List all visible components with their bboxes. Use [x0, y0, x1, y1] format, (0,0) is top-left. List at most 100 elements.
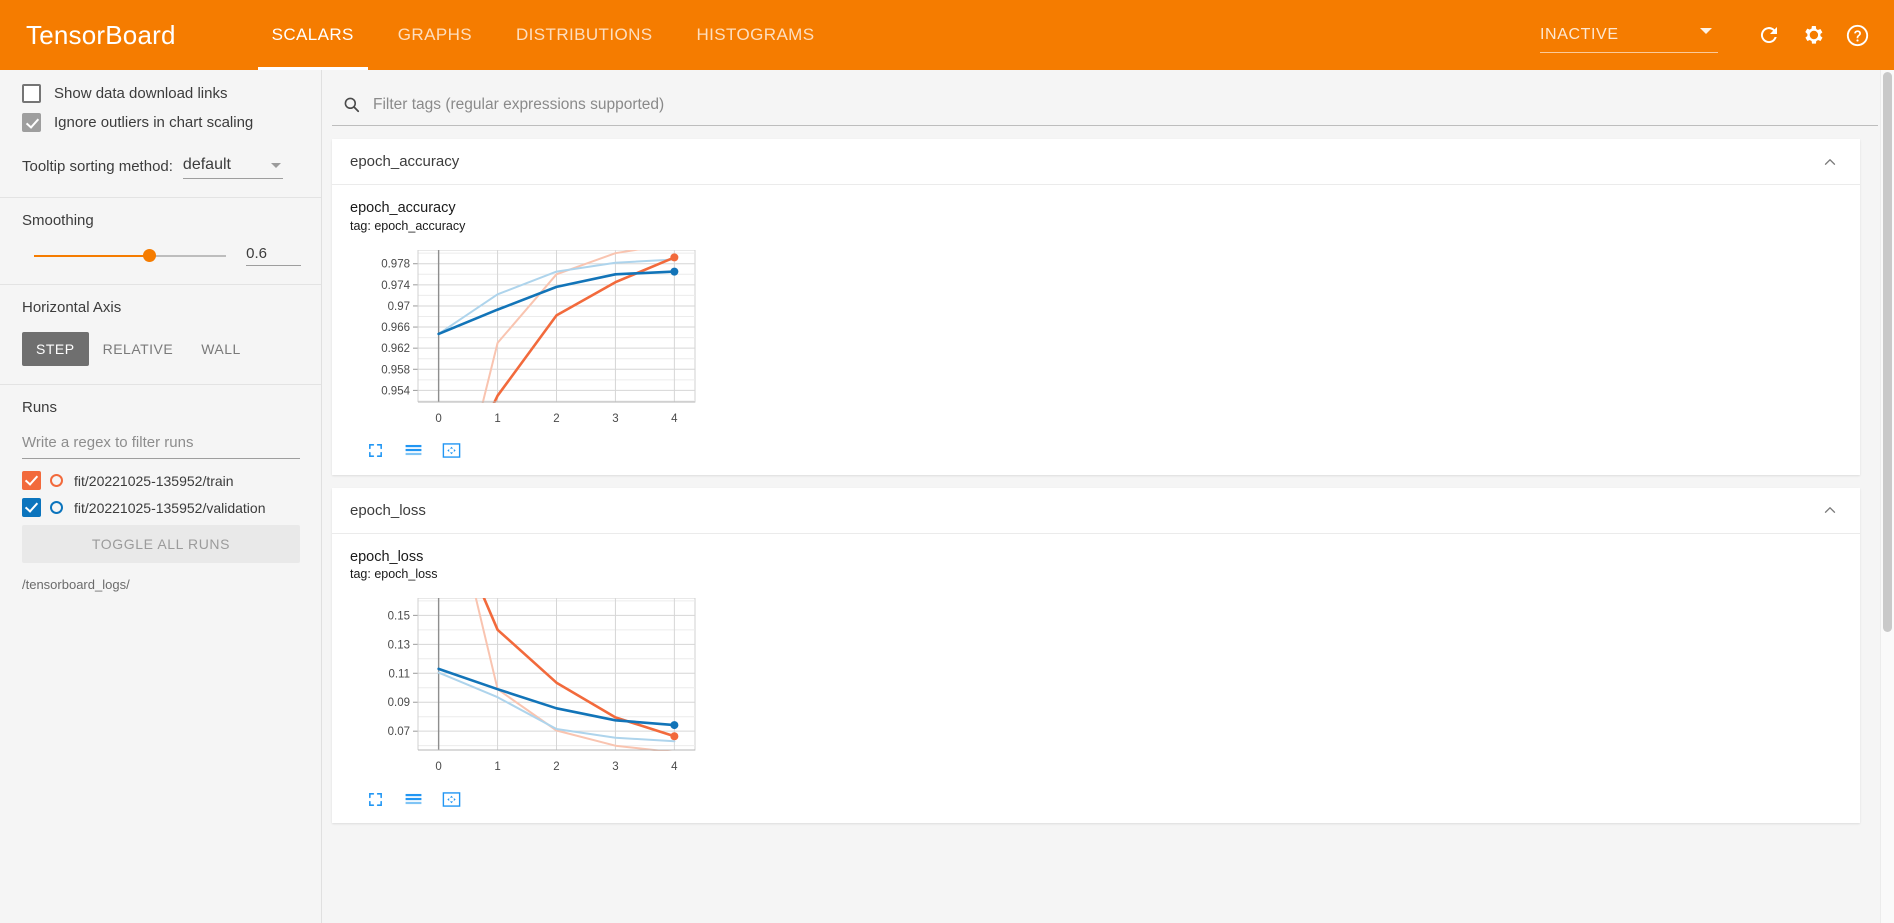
- gear-icon[interactable]: [1798, 20, 1828, 50]
- svg-text:1: 1: [494, 413, 500, 425]
- checkbox-ignore-outliers[interactable]: [22, 113, 41, 132]
- sidebar-settings-section: Show data download links Ignore outliers…: [0, 70, 321, 198]
- svg-text:0.974: 0.974: [381, 279, 410, 291]
- data-series-icon[interactable]: [400, 439, 426, 463]
- reload-state-label: INACTIVE: [1540, 26, 1619, 43]
- svg-text:0: 0: [435, 413, 441, 425]
- checkbox-run-train[interactable]: [22, 471, 41, 490]
- svg-text:0.954: 0.954: [381, 385, 410, 397]
- smoothing-value[interactable]: 0.6: [246, 245, 301, 266]
- smoothing-slider[interactable]: [34, 248, 227, 262]
- tab-distributions[interactable]: DISTRIBUTIONS: [494, 0, 675, 70]
- svg-text:3: 3: [612, 413, 618, 425]
- checkbox-show-download-links[interactable]: [22, 84, 41, 103]
- card-header-epoch-loss[interactable]: epoch_loss: [332, 488, 1860, 534]
- smoothing-section: Smoothing 0.6: [0, 198, 321, 285]
- fit-domain-icon[interactable]: [438, 787, 464, 811]
- card-epoch-loss: epoch_loss epoch_loss tag: epoch_loss 0.…: [332, 440, 1860, 824]
- svg-text:4: 4: [671, 413, 678, 425]
- search-icon: [342, 95, 361, 114]
- svg-text:0: 0: [435, 761, 441, 773]
- vertical-scrollbar[interactable]: [1880, 62, 1894, 923]
- axis-btn-wall[interactable]: WALL: [187, 332, 255, 366]
- expand-chart-icon[interactable]: [362, 787, 388, 811]
- chart-toolbar-0: [350, 439, 1860, 463]
- run-label-validation: fit/20221025-135952/validation: [74, 499, 266, 516]
- horizontal-axis-title: Horizontal Axis: [22, 299, 122, 316]
- toggle-all-runs-button[interactable]: TOGGLE ALL RUNS: [22, 525, 300, 563]
- plot-svg-0[interactable]: 0.9540.9580.9620.9660.970.9740.978012340…: [350, 241, 710, 581]
- card-header-epoch-accuracy[interactable]: epoch_accuracy: [332, 139, 1860, 185]
- svg-text:2: 2: [553, 761, 559, 773]
- tag-filter-input[interactable]: [371, 94, 1856, 115]
- reload-state-select[interactable]: INACTIVE: [1540, 15, 1718, 55]
- smoothing-slider-fill: [34, 254, 150, 257]
- show-download-links-row[interactable]: Show data download links: [22, 84, 301, 103]
- svg-text:0.978: 0.978: [381, 258, 410, 270]
- ignore-outliers-row[interactable]: Ignore outliers in chart scaling: [22, 113, 301, 132]
- plot-svg-1[interactable]: 0.070.090.110.130.15012340.070.090.110.1…: [350, 440, 710, 781]
- header-actions: INACTIVE: [1540, 15, 1894, 55]
- main-nav: SCALARS GRAPHS DISTRIBUTIONS HISTOGRAMS: [250, 0, 837, 70]
- card-epoch-accuracy: epoch_accuracy epoch_accuracy tag: epoch…: [332, 139, 1860, 581]
- data-series-icon[interactable]: [400, 787, 426, 811]
- chevron-up-icon[interactable]: [1820, 152, 1840, 172]
- svg-text:0.962: 0.962: [381, 343, 410, 355]
- run-row-validation[interactable]: fit/20221025-135952/validation: [22, 498, 301, 517]
- run-color-dot: [50, 501, 63, 514]
- card-body-epoch-accuracy: epoch_accuracy tag: epoch_accuracy 0.954…: [332, 185, 1860, 581]
- runs-filter-input[interactable]: [22, 432, 300, 459]
- plot-epoch-accuracy[interactable]: 0.9540.9580.9620.9660.970.9740.978012340…: [350, 241, 1860, 581]
- svg-text:0.09: 0.09: [388, 697, 410, 709]
- expand-chart-icon[interactable]: [362, 439, 388, 463]
- chevron-down-icon: [1700, 28, 1712, 34]
- ignore-outliers-label: Ignore outliers in chart scaling: [54, 114, 254, 131]
- svg-text:0.13: 0.13: [388, 639, 410, 651]
- chart-subtitle-1: tag: epoch_loss: [350, 567, 438, 582]
- app-header: TensorBoard SCALARS GRAPHS DISTRIBUTIONS…: [0, 0, 1894, 70]
- card-body-epoch-loss: epoch_loss tag: epoch_loss 0.07 0.09 0.11 0…: [332, 440, 1860, 824]
- horizontal-axis-buttons: STEP RELATIVE WALL: [22, 332, 301, 366]
- tab-histograms[interactable]: HISTOGRAMS: [675, 0, 837, 70]
- run-row-train[interactable]: fit/20221025-135952/train: [22, 471, 301, 490]
- svg-text:0.11: 0.11: [388, 668, 410, 680]
- chart-title-1: epoch_loss: [350, 548, 424, 565]
- chevron-up-icon[interactable]: [1820, 500, 1840, 520]
- fit-domain-icon[interactable]: [438, 439, 464, 463]
- svg-text:2: 2: [553, 413, 559, 425]
- help-icon[interactable]: [1842, 20, 1872, 50]
- svg-text:0.07: 0.07: [388, 726, 410, 738]
- smoothing-title: Smoothing: [22, 212, 94, 229]
- chart-subtitle-0: tag: epoch_accuracy: [350, 218, 466, 233]
- chevron-down-icon: [270, 163, 281, 168]
- refresh-icon[interactable]: [1754, 20, 1784, 50]
- main-content: epoch_accuracy epoch_accuracy tag: epoch…: [322, 70, 1894, 923]
- tooltip-sorting-label: Tooltip sorting method:: [22, 158, 173, 175]
- run-label-train: fit/20221025-135952/train: [74, 472, 234, 489]
- chart-title-0: epoch_accuracy: [350, 200, 456, 216]
- app-brand: TensorBoard: [26, 19, 176, 50]
- tooltip-sorting-value: default: [182, 156, 231, 173]
- svg-text:1: 1: [494, 761, 500, 773]
- chart-toolbar-1: [350, 787, 1860, 811]
- checkbox-run-validation[interactable]: [22, 498, 41, 517]
- scrollbar-thumb[interactable]: [1883, 72, 1892, 632]
- card-title: epoch_loss: [350, 501, 426, 519]
- svg-text:4: 4: [671, 761, 678, 773]
- logdir-path: /tensorboard_logs/: [22, 577, 130, 592]
- axis-btn-step[interactable]: STEP: [22, 332, 89, 366]
- sidebar: Show data download links Ignore outliers…: [0, 70, 322, 923]
- tab-graphs[interactable]: GRAPHS: [376, 0, 494, 70]
- tag-filter-bar: [332, 84, 1878, 126]
- tooltip-sorting-row: Tooltip sorting method: default: [22, 152, 301, 179]
- axis-btn-relative[interactable]: RELATIVE: [89, 332, 188, 366]
- horizontal-axis-section: Horizontal Axis STEP RELATIVE WALL: [0, 285, 321, 385]
- runs-section: Runs fit/20221025-135952/train fit/20221…: [0, 385, 321, 610]
- plot-epoch-loss[interactable]: 0.070.090.110.130.15012340.070.090.110.1…: [350, 440, 1860, 785]
- tab-scalars[interactable]: SCALARS: [250, 0, 376, 70]
- card-title: epoch_accuracy: [350, 153, 460, 170]
- tooltip-sorting-select[interactable]: default: [182, 152, 283, 179]
- run-color-dot: [50, 474, 63, 487]
- smoothing-slider-knob[interactable]: [143, 248, 157, 262]
- svg-text:0.958: 0.958: [381, 364, 410, 376]
